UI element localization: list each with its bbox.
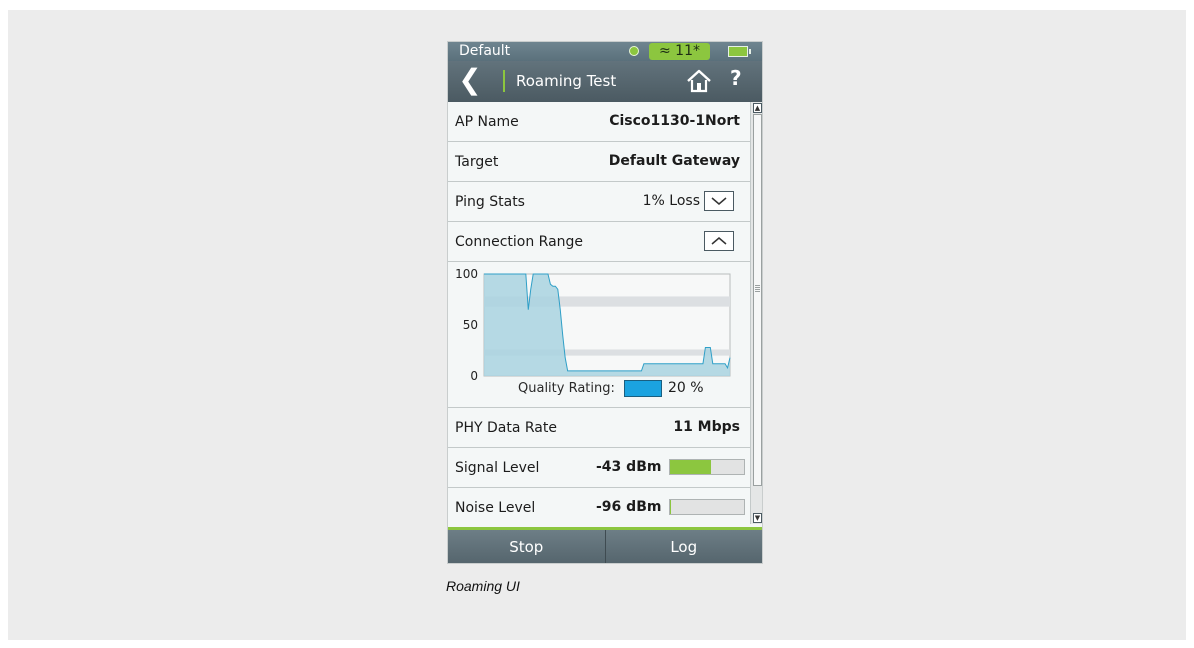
nav-divider (503, 70, 505, 92)
ping-stats-label: Ping Stats (455, 194, 525, 210)
ping-stats-value: 1% Loss (642, 193, 700, 209)
chart-svg: 100 50 0 (455, 267, 731, 380)
scroll-down-button[interactable]: ▼ (753, 513, 762, 523)
y-tick-label: 100 (455, 267, 478, 281)
chevron-down-icon (711, 197, 727, 205)
scroll-up-button[interactable]: ▲ (753, 103, 762, 113)
figure-caption: Roaming UI (446, 578, 520, 594)
ap-name-value: Cisco1130-1Nort (609, 113, 740, 129)
ping-stats-row[interactable]: Ping Stats 1% Loss (448, 182, 750, 222)
wifi-channel-badge[interactable]: ≈ 11* (649, 43, 710, 60)
connection-range-chart: 100 50 0 Quality Rating: 20 % (448, 262, 750, 408)
target-label: Target (455, 154, 499, 170)
scrollbar[interactable]: ▲ ▼ (750, 102, 762, 524)
page-title: Roaming Test (516, 72, 617, 90)
quality-rating-value: 20 % (668, 380, 704, 396)
chevron-up-icon (711, 237, 727, 245)
signal-level-label: Signal Level (455, 460, 540, 476)
device-screen: Default ≈ 11* ❮ Roaming Test ? AP Name C… (447, 41, 763, 564)
log-button[interactable]: Log (604, 530, 762, 563)
bottom-action-bar: Stop Log (448, 530, 762, 563)
noise-level-row: Noise Level -96 dBm (448, 488, 750, 528)
stop-button[interactable]: Stop (448, 530, 605, 563)
back-button[interactable]: ❮ (456, 64, 484, 98)
signal-level-value: -43 dBm (596, 459, 662, 475)
signal-level-row: Signal Level -43 dBm (448, 448, 750, 488)
expand-ping-button[interactable] (704, 191, 734, 211)
scroll-thumb[interactable] (753, 114, 762, 486)
noise-level-bar (669, 499, 745, 515)
nav-bar: ❮ Roaming Test ? (448, 61, 762, 102)
help-button[interactable]: ? (730, 66, 742, 90)
noise-level-value: -96 dBm (596, 499, 662, 515)
phy-data-rate-label: PHY Data Rate (455, 420, 557, 436)
quality-rating-swatch (624, 380, 662, 397)
phy-data-rate-row: PHY Data Rate 11 Mbps (448, 408, 750, 448)
connection-range-row[interactable]: Connection Range (448, 222, 750, 262)
results-list: AP Name Cisco1130-1Nort Target Default G… (448, 102, 750, 528)
y-tick-label: 50 (463, 318, 478, 332)
ap-name-label: AP Name (455, 114, 519, 130)
phy-data-rate-value: 11 Mbps (673, 419, 740, 435)
status-bar: Default ≈ 11* (448, 42, 762, 61)
home-icon[interactable] (686, 69, 712, 93)
ap-name-row: AP Name Cisco1130-1Nort (448, 102, 750, 142)
status-indicator-icon (629, 46, 639, 56)
signal-level-bar (669, 459, 745, 475)
battery-icon (728, 46, 751, 57)
connection-range-label: Connection Range (455, 234, 584, 250)
noise-level-label: Noise Level (455, 500, 536, 516)
target-value: Default Gateway (608, 153, 740, 169)
scroll-grip-icon (755, 285, 760, 293)
quality-rating-label: Quality Rating: (518, 381, 615, 396)
signal-level-fill (670, 460, 711, 474)
profile-name: Default (459, 43, 511, 59)
target-row: Target Default Gateway (448, 142, 750, 182)
collapse-range-button[interactable] (704, 231, 734, 251)
noise-level-fill (670, 500, 672, 514)
y-tick-label: 0 (470, 369, 478, 380)
